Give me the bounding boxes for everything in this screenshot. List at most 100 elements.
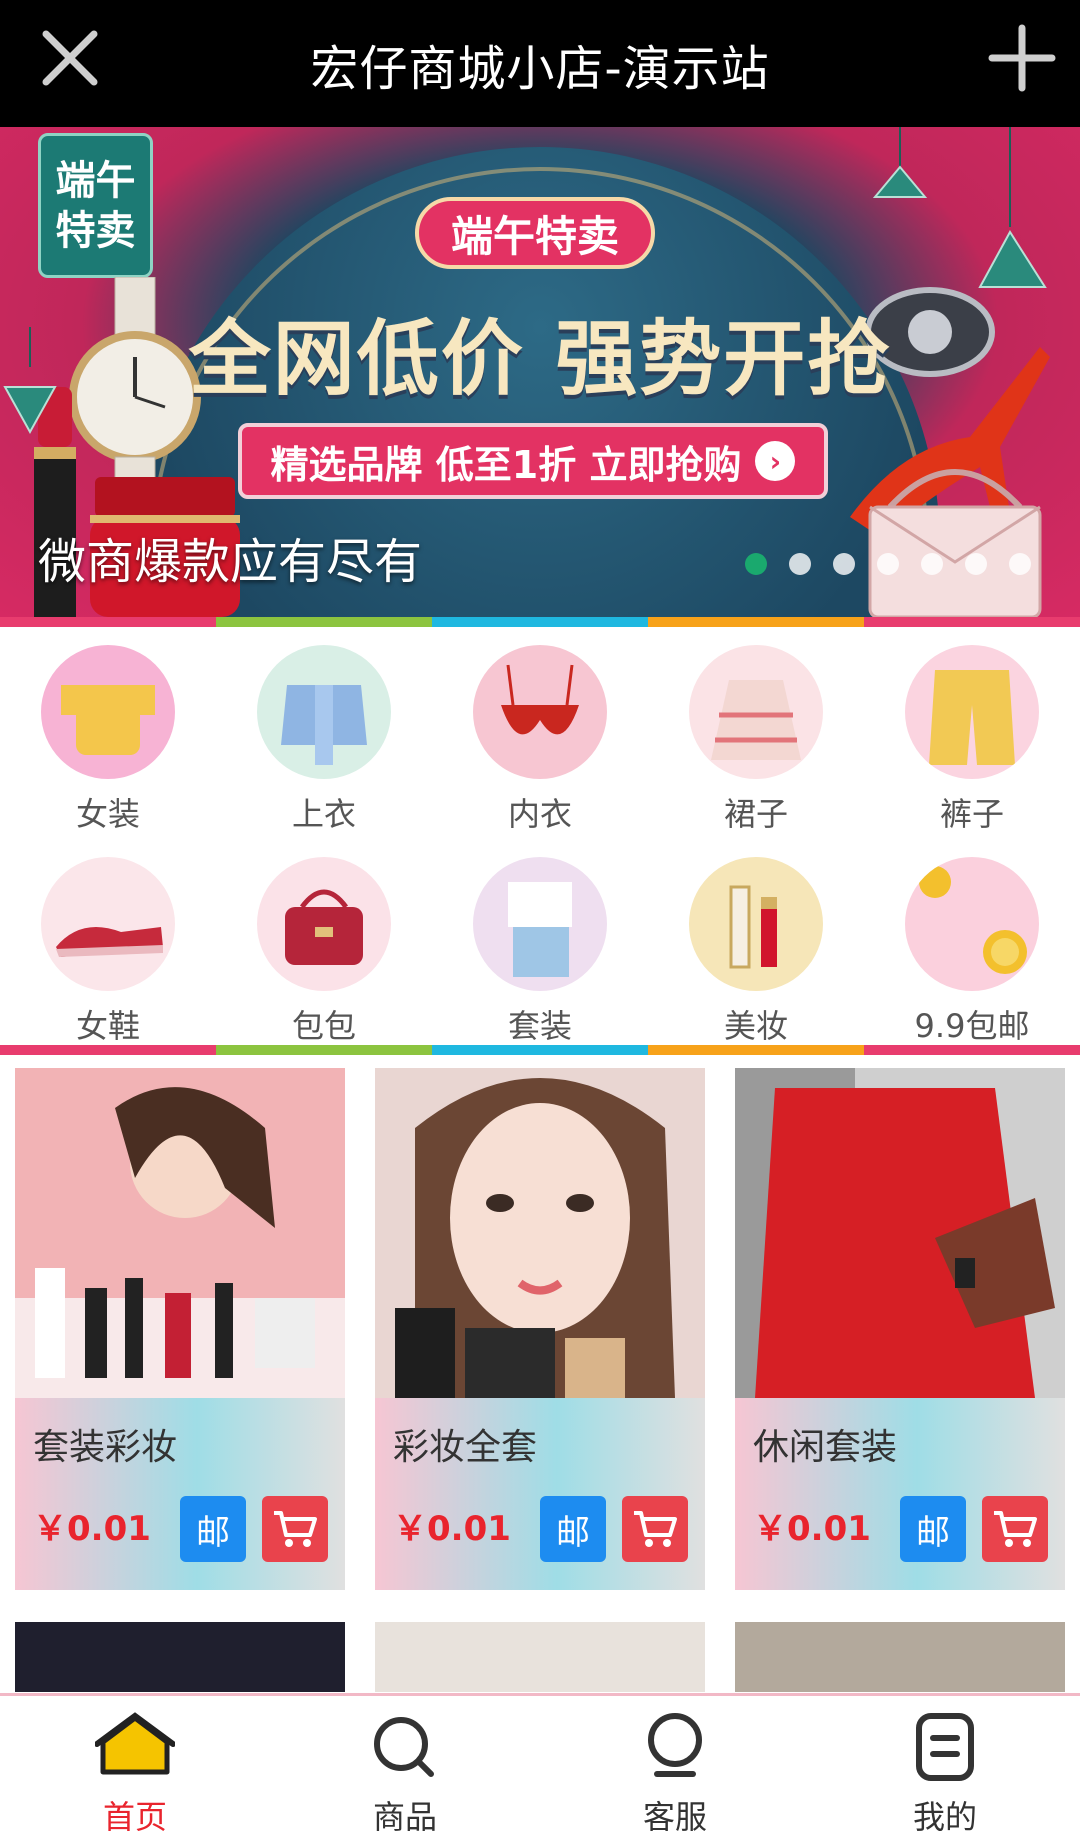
category-label: 9.9包邮 — [914, 1007, 1030, 1045]
carousel-dot[interactable] — [1009, 553, 1031, 575]
product-info: 彩妆全套 ￥0.01 邮 — [375, 1398, 705, 1590]
category-label: 上衣 — [291, 795, 356, 833]
stripe-segment — [864, 1045, 1080, 1055]
banner-cta-button[interactable]: 精选品牌 低至1折 立即抢购 › — [238, 423, 828, 499]
category-image — [473, 857, 607, 991]
category-label: 裤子 — [939, 795, 1004, 833]
nav-item[interactable]: 客服 — [540, 1696, 810, 1843]
nav-label: 客服 — [642, 1798, 707, 1836]
category-label: 内衣 — [507, 795, 572, 833]
carousel-dot[interactable] — [965, 553, 987, 575]
product-grid: 套装彩妆 ￥0.01 邮彩妆全套 ￥0.01 邮休闲套装 ￥0.01 邮 — [15, 1068, 1065, 1692]
category-item[interactable]: 裙子 — [648, 645, 864, 835]
stripe-segment — [864, 617, 1080, 627]
add-to-cart-button[interactable] — [262, 1496, 328, 1562]
product-card[interactable] — [735, 1622, 1065, 1692]
close-button[interactable] — [30, 18, 110, 98]
cart-icon — [634, 1511, 677, 1547]
banner-caption: 微商爆款应有尽有 — [38, 534, 423, 590]
service-icon — [635, 1710, 715, 1786]
stripe-segment — [432, 617, 648, 627]
category-item[interactable]: 裤子 — [864, 645, 1080, 835]
carousel-dot[interactable] — [833, 553, 855, 575]
stripe-segment — [0, 617, 216, 627]
carousel-dot[interactable] — [921, 553, 943, 575]
product-price: ￥0.01 — [33, 1509, 151, 1549]
plus-icon — [988, 24, 1056, 92]
cart-icon — [994, 1511, 1037, 1547]
home-icon — [94, 1710, 176, 1786]
carousel-dot[interactable] — [789, 553, 811, 575]
banner-headline: 全网低价 强势开抢 — [188, 312, 892, 407]
carousel-indicators — [745, 553, 1031, 575]
add-button[interactable] — [982, 18, 1062, 98]
nav-label: 我的 — [912, 1798, 977, 1836]
carousel-dot[interactable] — [745, 553, 767, 575]
category-image — [41, 645, 175, 779]
product-info: 套装彩妆 ￥0.01 邮 — [15, 1398, 345, 1590]
product-name: 彩妆全套 — [393, 1427, 538, 1468]
search-icon — [365, 1710, 445, 1786]
category-image — [689, 645, 823, 779]
product-price: ￥0.01 — [753, 1509, 871, 1549]
product-image[interactable] — [735, 1068, 1065, 1398]
profile-icon — [905, 1710, 985, 1786]
top-bar: 宏仔商城小店-演示站 — [0, 0, 1080, 127]
category-item[interactable]: 套装 — [432, 857, 648, 1047]
category-item[interactable]: 上衣 — [216, 645, 432, 835]
category-label: 裙子 — [723, 795, 788, 833]
promo-banner[interactable]: 端午 特卖 端午特卖 全网低价 强势开抢 精选品牌 低至1折 立即抢购 › 微商… — [0, 127, 1080, 617]
page-title: 宏仔商城小店-演示站 — [310, 40, 770, 97]
category-item[interactable]: 包包 — [216, 857, 432, 1047]
category-label: 女鞋 — [75, 1007, 140, 1045]
product-card[interactable]: 套装彩妆 ￥0.01 邮 — [15, 1068, 345, 1590]
banner-tag-line1: 端午 — [55, 157, 136, 204]
stripe-segment — [216, 617, 432, 627]
handbag-illustration — [868, 469, 1042, 617]
banner-tag-line2: 特卖 — [55, 207, 136, 254]
nav-label: 商品 — [372, 1798, 437, 1836]
app-root: 宏仔商城小店-演示站 端午 特卖 端午特卖 全网低价 强势开抢 精选品牌 低至1… — [0, 0, 1080, 1843]
stripe-segment — [648, 1045, 864, 1055]
add-to-cart-button[interactable] — [982, 1496, 1048, 1562]
product-image[interactable] — [15, 1068, 345, 1398]
product-card[interactable]: 彩妆全套 ￥0.01 邮 — [375, 1068, 705, 1590]
nav-item[interactable]: 首页 — [0, 1696, 270, 1843]
category-image — [257, 645, 391, 779]
product-info: 休闲套装 ￥0.01 邮 — [735, 1398, 1065, 1590]
category-image — [41, 857, 175, 991]
stripe-segment — [432, 1045, 648, 1055]
close-icon — [42, 30, 98, 86]
nav-item[interactable]: 我的 — [810, 1696, 1080, 1843]
category-image — [473, 645, 607, 779]
nav-item[interactable]: 商品 — [270, 1696, 540, 1843]
free-shipping-button[interactable]: 邮 — [180, 1496, 246, 1562]
product-image[interactable] — [375, 1068, 705, 1398]
category-item[interactable]: 9.9包邮 — [864, 857, 1080, 1047]
product-card[interactable] — [375, 1622, 705, 1692]
carousel-dot[interactable] — [877, 553, 899, 575]
category-label: 包包 — [291, 1007, 356, 1045]
free-shipping-button[interactable]: 邮 — [900, 1496, 966, 1562]
color-stripe-middle — [0, 1045, 1080, 1055]
category-item[interactable]: 内衣 — [432, 645, 648, 835]
category-item[interactable]: 美妆 — [648, 857, 864, 1047]
bottom-navigation: 首页 商品 客服 我的 — [0, 1693, 1080, 1843]
chevron-right-icon: › — [755, 441, 796, 481]
product-price: ￥0.01 — [393, 1509, 511, 1549]
nav-label: 首页 — [102, 1798, 167, 1836]
category-label: 套装 — [507, 1007, 572, 1045]
product-name: 休闲套装 — [753, 1427, 898, 1468]
stripe-segment — [648, 617, 864, 627]
category-image — [257, 857, 391, 991]
product-card[interactable] — [15, 1622, 345, 1692]
category-item[interactable]: 女鞋 — [0, 857, 216, 1047]
stripe-segment — [0, 1045, 216, 1055]
product-name: 套装彩妆 — [33, 1427, 178, 1468]
add-to-cart-button[interactable] — [622, 1496, 688, 1562]
stripe-segment — [216, 1045, 432, 1055]
free-shipping-button[interactable]: 邮 — [540, 1496, 606, 1562]
category-label: 美妆 — [723, 1007, 788, 1045]
category-item[interactable]: 女装 — [0, 645, 216, 835]
product-card[interactable]: 休闲套装 ￥0.01 邮 — [735, 1068, 1065, 1590]
